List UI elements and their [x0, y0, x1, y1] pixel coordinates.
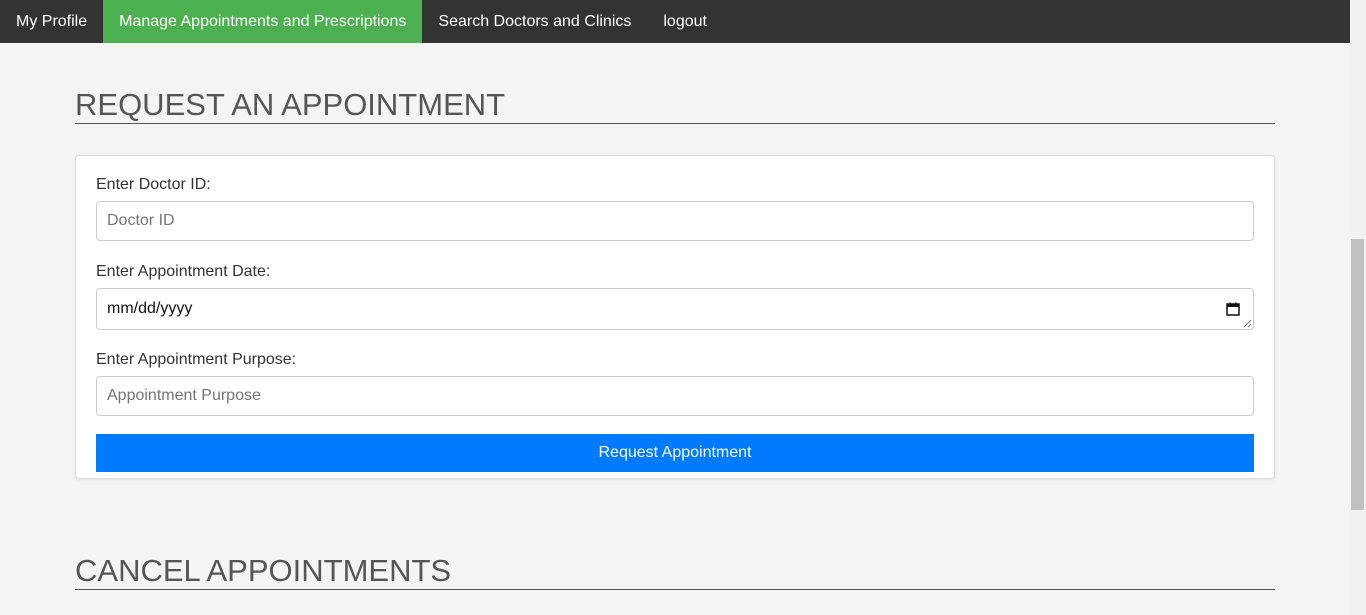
nav-item-manage-appointments[interactable]: Manage Appointments and Prescriptions [103, 0, 423, 43]
top-navbar: My Profile Manage Appointments and Presc… [0, 0, 1350, 43]
appointment-date-label: Enter Appointment Date: [96, 263, 271, 280]
doctor-id-label: Enter Doctor ID: [96, 176, 211, 193]
request-appointment-button[interactable]: Request Appointment [96, 434, 1254, 472]
date-placeholder-text: mm/dd/yyyy [107, 300, 193, 317]
appointment-purpose-label: Enter Appointment Purpose: [96, 351, 297, 368]
page-scrollbar[interactable] [1350, 0, 1366, 615]
scrollbar-thumb[interactable] [1351, 239, 1364, 510]
request-appointment-form: Enter Doctor ID: Enter Appointment Date:… [75, 155, 1275, 479]
doctor-id-input[interactable] [96, 201, 1254, 241]
main-content: REQUEST AN APPOINTMENT Enter Doctor ID: … [75, 43, 1275, 590]
cancel-section-title: CANCEL APPOINTMENTS [75, 553, 452, 588]
resize-grip-icon[interactable] [1243, 319, 1252, 328]
cancel-section: CANCEL APPOINTMENTS [75, 537, 1275, 590]
nav-item-logout[interactable]: logout [647, 0, 723, 43]
appointment-purpose-input[interactable] [96, 376, 1254, 416]
request-section-title: REQUEST AN APPOINTMENT [75, 87, 506, 122]
calendar-icon[interactable] [1226, 302, 1240, 316]
nav-item-my-profile[interactable]: My Profile [0, 0, 103, 43]
appointment-date-input[interactable]: mm/dd/yyyy [96, 288, 1254, 330]
cancel-section-header: CANCEL APPOINTMENTS [75, 537, 1275, 590]
nav-item-search-doctors[interactable]: Search Doctors and Clinics [422, 0, 647, 43]
request-section-header: REQUEST AN APPOINTMENT [75, 43, 1275, 124]
